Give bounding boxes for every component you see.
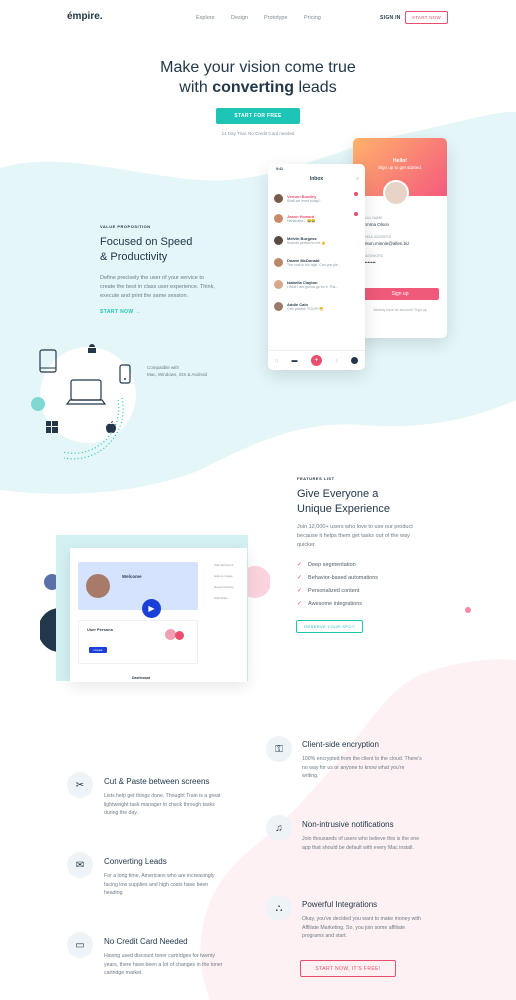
envelope-icon: ✉: [67, 852, 93, 878]
sign-in-link[interactable]: SIGN IN: [380, 15, 401, 21]
list-item[interactable]: Isabella Clayton I think I am gonna go fo…: [274, 276, 360, 292]
sidebar-item-add-document[interactable]: Add document: [214, 560, 234, 571]
home-icon[interactable]: ⌂: [275, 358, 279, 364]
feature-title: No Credit Card Needed: [104, 937, 188, 946]
network-icon: ⛬: [266, 895, 292, 921]
hero-title: Make your vision come true with converti…: [0, 58, 516, 98]
nav-pricing[interactable]: Pricing: [304, 15, 321, 21]
nav-design[interactable]: Design: [231, 15, 248, 21]
start-free-button[interactable]: START NOW, IT'S FREE!: [300, 960, 396, 977]
feature-title: Client-side encryption: [302, 740, 379, 749]
profile-icon[interactable]: [351, 357, 359, 364]
chat-icon[interactable]: ▬: [292, 358, 298, 364]
apple-icon: [106, 421, 116, 433]
value-eyebrow: VALUE PROPOSITION: [100, 224, 151, 229]
credit-card-icon: ▭: [67, 932, 93, 958]
check-icon: ✓: [297, 601, 303, 607]
signup-name-field[interactable]: Emma Olson: [363, 222, 389, 227]
check-icon: ✓: [297, 562, 303, 568]
nav-prototype[interactable]: Prototype: [264, 15, 288, 21]
lock-icon: ⚿: [266, 736, 292, 762]
start-now-button[interactable]: START NOW: [405, 11, 448, 24]
dashboard-window: Welcome ▶ User Persona Create Add docume…: [70, 548, 247, 682]
feature-title: Non-intrusive notifications: [302, 820, 394, 829]
feature-body: 100% encrypted from the client to the cl…: [302, 756, 422, 779]
feature-body: For a long time, Americans who are incre…: [104, 873, 215, 896]
hero-line-2: with converting leads: [179, 79, 337, 96]
sidebar-item-recent-activity[interactable]: Recent Activity: [214, 582, 234, 593]
list-item[interactable]: Vernon Bradley Shall we meet today?: [274, 190, 360, 206]
feature-title: Converting Leads: [104, 857, 167, 866]
nav-explore[interactable]: Explore: [196, 15, 215, 21]
trial-note: 14 Day Trial. No Credit Card needed: [221, 131, 295, 136]
check-icon: ✓: [297, 588, 303, 594]
search-icon[interactable]: ⌕: [356, 176, 359, 182]
feature-checklist: ✓ Deep segmentation ✓ Behavior-based autom…: [297, 558, 378, 610]
signup-email-field[interactable]: olson.minnie@allen.biz: [363, 241, 409, 246]
signup-button[interactable]: Sign up: [361, 288, 439, 300]
dashboard-sidebar: Add document Add an Image Recent Activit…: [214, 560, 234, 604]
laptop-icon: [66, 379, 106, 405]
start-for-free-button[interactable]: START FOR FREE: [216, 108, 300, 124]
feature-title: Cut & Paste between screens: [104, 777, 210, 786]
sidebar-item-add-image[interactable]: Add an Image: [214, 571, 234, 582]
avatar: [86, 574, 110, 598]
tablet-icon: [39, 349, 57, 373]
compat-text: Compatible with Mac, Windows, iOS & Andro…: [147, 365, 208, 377]
android-icon: [88, 344, 96, 353]
inbox-title: Inbox: [309, 176, 324, 182]
feature-body: Join thousands of users who believe this…: [302, 836, 420, 851]
check-icon: ✓: [297, 575, 303, 581]
feature-title: Powerful Integrations: [302, 900, 378, 909]
feature-body: Having used discount toner cartridges fo…: [104, 953, 223, 976]
list-item: ✓ Awesome integrations: [297, 600, 363, 608]
feature-body: Okay, you've decided you want to make mo…: [302, 916, 421, 939]
inbox-phone: 9:41 Inbox ⌕ Vernon Bradley Shall we meet…: [268, 164, 365, 370]
persona-card: User Persona Create: [78, 620, 198, 664]
reserve-spot-button[interactable]: RESERVE YOUR SPOT: [296, 620, 363, 633]
list-item[interactable]: Addie Cain Ohh yeaahh YOU!!!! 😁: [274, 298, 360, 314]
bell-icon[interactable]: ♪: [335, 358, 338, 364]
sidebar-item-add-video[interactable]: Add Video: [214, 593, 234, 604]
play-icon[interactable]: ▶: [142, 599, 161, 618]
windows-icon: [46, 421, 58, 433]
features-title: Give Everyone a Unique Experience: [297, 488, 390, 515]
list-item: ✓ Behavior-based automations: [297, 574, 379, 582]
value-body: Define precisely the user of your servic…: [100, 275, 215, 299]
list-item: ✓ Deep segmentation: [297, 561, 356, 569]
hero-line-1: Make your vision come true: [160, 59, 356, 76]
features-body: Join 12,000+ users who love to use our p…: [297, 524, 413, 548]
compose-icon[interactable]: +: [310, 355, 322, 366]
list-item[interactable]: Jason Howard Hahahaha... 😂😂: [274, 210, 360, 226]
phone-icon: [119, 364, 131, 384]
tab-bar: ⌂ ▬ + ♪: [268, 350, 365, 370]
features-eyebrow: FEATURES LIST: [297, 476, 335, 481]
signup-avatar: [383, 180, 409, 206]
signup-phone: Hello! Sign up to get started. FULL NAME…: [353, 138, 447, 338]
list-item: ✓ Personalized content: [297, 587, 360, 595]
bell-icon: ♫: [266, 815, 292, 841]
create-button[interactable]: Create: [89, 647, 107, 653]
feature-body: Lists help get things done, Thought Trai…: [104, 793, 221, 816]
brand-logo[interactable]: émpire.: [67, 11, 103, 22]
list-item[interactable]: Duane McDonald The cost is too high. Can …: [274, 254, 360, 270]
welcome-card: Welcome: [78, 562, 198, 610]
list-item[interactable]: Melvin Burgess Sounds perfect to me 👍: [274, 232, 360, 248]
value-title: Focused on Speed & Productivity: [100, 236, 193, 263]
start-now-link[interactable]: START NOW →: [100, 309, 141, 315]
scissors-icon: ✂: [67, 772, 93, 798]
